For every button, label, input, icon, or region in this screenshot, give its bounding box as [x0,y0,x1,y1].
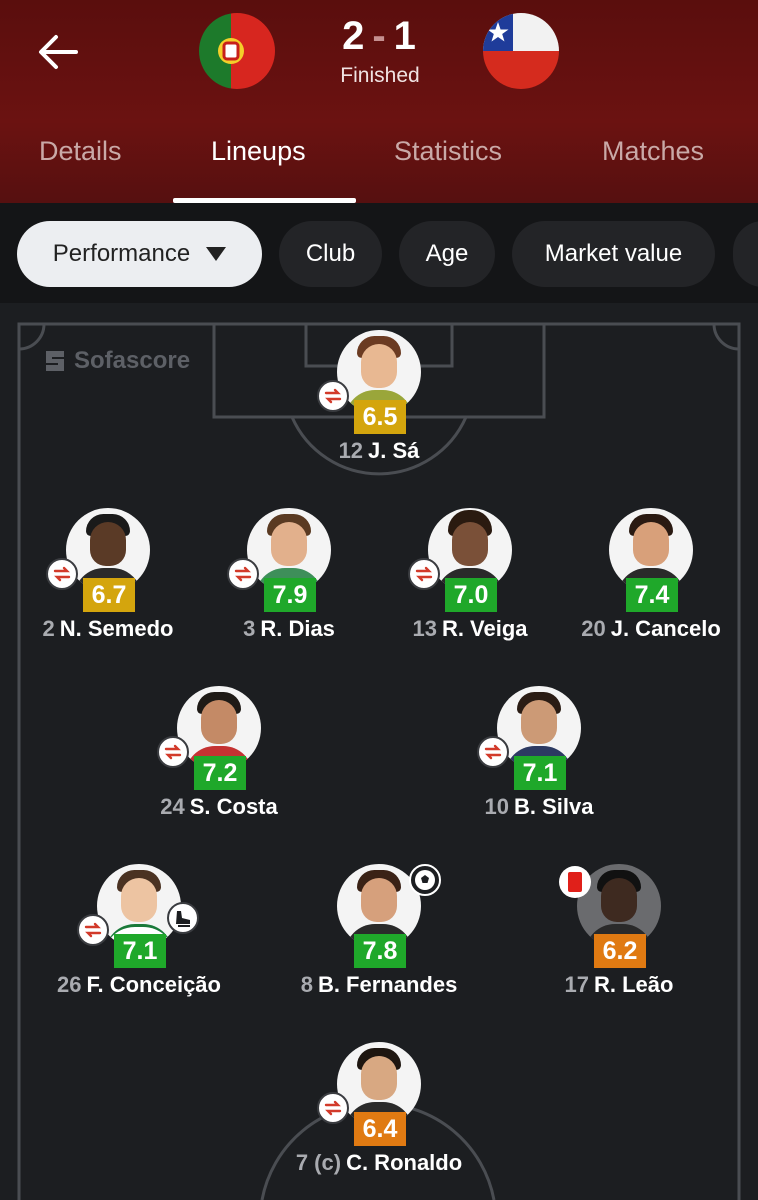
player-name: J. Sá [368,438,420,463]
player-number: 20 [581,616,606,641]
watermark-text: Sofascore [74,347,191,374]
substitution-icon [227,558,259,590]
player-name: B. Fernandes [317,972,458,997]
player-rating: 6.2 [594,934,646,968]
player-name-label: 12 J. Sá [259,438,499,464]
player-rating: 6.4 [354,1112,406,1146]
player-number: 10 [484,794,509,819]
player-name-label: 7 (c) C. Ronaldo [259,1150,499,1176]
arrow-left-icon [39,35,78,69]
match-status: Finished [340,64,420,87]
portugal-flag-icon[interactable] [199,13,275,89]
substitution-icon [317,380,349,412]
lineup-filter-bar: Performance Club Age Market value [0,203,758,303]
player-number: 13 [412,616,437,641]
tab-details[interactable]: Details [39,136,122,167]
player-name-label: 10 B. Silva [419,794,659,820]
player-number: 8 [300,972,313,997]
performance-label: Performance [52,240,191,267]
market-value-filter-chip[interactable]: Market value [512,221,715,287]
player-rating: 7.1 [514,756,566,790]
home-score: 2 [342,14,367,58]
player-name: J. Cancelo [610,616,721,641]
player-name: S. Costa [189,794,278,819]
chile-flag-icon[interactable] [483,13,559,89]
player-name: R. Veiga [441,616,528,641]
player-name: B. Silva [514,794,594,819]
substitution-icon [46,558,78,590]
player-number: 26 [57,972,82,997]
substitution-icon [408,558,440,590]
substitution-icon [77,914,109,946]
red-card-icon [559,866,591,898]
away-score: 1 [393,14,418,58]
player-number: 3 [243,616,256,641]
player-rating: 7.4 [626,578,678,612]
player-rating: 7.8 [354,934,406,968]
caret-down-icon [206,247,227,261]
player-name: R. Leão [594,972,674,997]
player-number: 17 [564,972,589,997]
tab-matches[interactable]: Matches [602,136,704,167]
age-filter-chip[interactable]: Age [399,221,495,287]
match-header: 2-1 Finished Details Lineups Statistics … [0,0,758,203]
tab-lineups[interactable]: Lineups [211,136,306,167]
player-number: 7 (c) [295,1150,342,1175]
player-name-label: 20 J. Cancelo [531,616,758,642]
player-name-label: 24 S. Costa [99,794,339,820]
substitution-icon [317,1092,349,1124]
back-button[interactable] [30,22,86,78]
player-number: 12 [338,438,364,463]
performance-filter-dropdown[interactable]: Performance [17,221,262,287]
goal-ball-icon [409,864,441,896]
club-filter-chip[interactable]: Club [279,221,382,287]
player-name: N. Semedo [59,616,174,641]
score-separator: - [372,14,388,58]
assist-boot-icon [167,902,199,934]
player-name: C. Ronaldo [346,1150,463,1175]
sofascore-logo-icon [44,349,66,373]
tab-statistics[interactable]: Statistics [394,136,502,167]
player-name: F. Conceição [86,972,221,997]
substitution-icon [477,736,509,768]
player-name-label: 17 R. Leão [499,972,739,998]
tab-bar: Details Lineups Statistics Matches [0,130,758,203]
substitution-icon [157,736,189,768]
more-filter-chip[interactable] [733,221,758,287]
player-rating: 7.9 [264,578,316,612]
player-rating: 7.0 [445,578,497,612]
player-rating: 7.1 [114,934,166,968]
player-rating: 7.2 [194,756,246,790]
score: 2-1 [300,14,460,59]
sofascore-watermark: Sofascore [44,347,190,375]
player-rating: 6.7 [83,578,135,612]
player-number: 24 [160,794,185,819]
player-number: 2 [42,616,55,641]
player-rating: 6.5 [354,400,406,434]
player-name: R. Dias [260,616,335,641]
player-name-label: 26 F. Conceição [19,972,259,998]
player-name-label: 8 B. Fernandes [259,972,499,998]
